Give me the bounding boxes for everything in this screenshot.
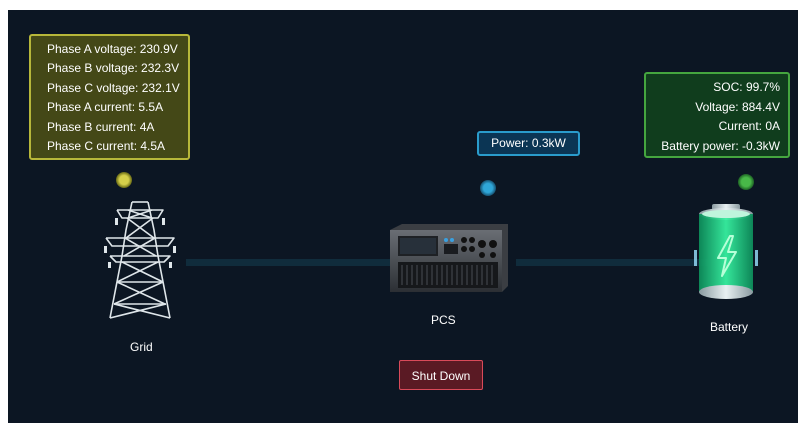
pcs-power-value: Power: 0.3kW (491, 136, 566, 150)
phase-c-current: Phase C current: 4.5A (47, 139, 166, 154)
phase-a-current: Phase A current: 5.5A (47, 100, 164, 115)
battery-soc: SOC: 99.7% (713, 80, 780, 94)
battery-power: Battery power: -0.3kW (661, 138, 780, 153)
battery-icon (694, 204, 758, 299)
pcs-battery-link (516, 259, 708, 266)
pcs-power-box: Power: 0.3kW (477, 131, 580, 156)
phase-b-voltage: Phase B voltage: 232.3V (47, 61, 180, 76)
pcs-device-icon (390, 224, 508, 292)
grid-status-dot (116, 172, 132, 188)
grid-label: Grid (130, 340, 153, 354)
battery-info-box: SOC: 99.7% Voltage: 884.4V Current: 0A B… (644, 72, 790, 158)
grid-pcs-link (186, 259, 396, 266)
battery-status-dot (738, 174, 754, 190)
phase-b-current: Phase B current: 4A (47, 119, 155, 134)
energy-flow-panel: Phase A voltage: 230.9V Phase B voltage:… (8, 10, 798, 423)
pcs-status-dot (480, 180, 496, 196)
shut-down-button[interactable]: Shut Down (399, 360, 483, 390)
battery-label: Battery (710, 320, 749, 334)
pcs-label: PCS (431, 313, 456, 327)
battery-voltage: Voltage: 884.4V (695, 99, 780, 114)
grid-info-box: Phase A voltage: 230.9V Phase B voltage:… (29, 34, 190, 160)
phase-c-voltage: Phase C voltage: 232.1V (47, 80, 180, 95)
battery-current: Current: 0A (718, 119, 780, 134)
power-tower-icon (104, 201, 176, 319)
phase-a-voltage: Phase A voltage: 230.9V (47, 42, 178, 56)
